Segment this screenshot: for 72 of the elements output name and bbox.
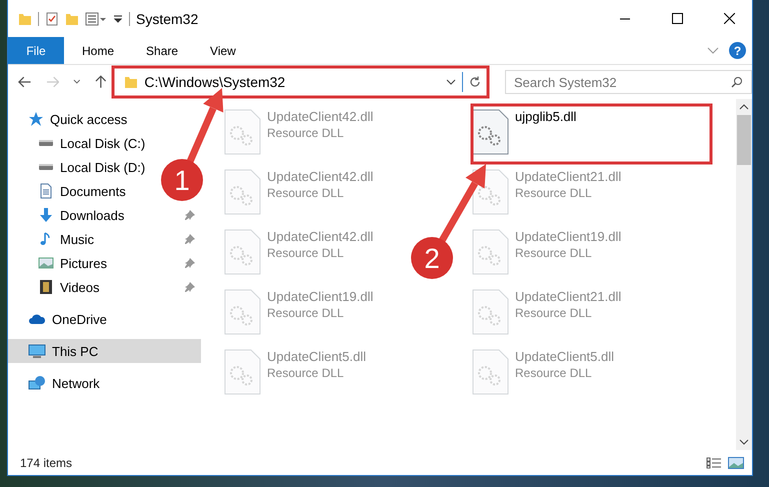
file-type: Resource DLL [267,126,345,140]
sidebar-item[interactable]: Documents [8,179,132,203]
file-name: UpdateClient21.dll [515,169,622,184]
picture-icon [38,255,54,271]
ribbon-tab[interactable]: Share [132,37,192,64]
ribbon-tab[interactable]: File [8,37,64,64]
help-button[interactable]: ? [729,42,746,59]
file-type: Resource DLL [515,246,593,260]
sidebar-item[interactable]: Pictures [8,251,201,275]
expand-ribbon-icon[interactable] [707,46,719,54]
sidebar-item[interactable]: Local Disk (D:) [8,155,152,179]
refresh-icon[interactable] [469,76,481,88]
sidebar-item[interactable]: Videos [8,275,201,299]
file-name: UpdateClient42.dll [267,229,374,244]
up-arrow-icon[interactable] [94,75,106,89]
down-arrow-icon [38,207,54,223]
sidebar-item[interactable]: OneDrive [8,307,113,331]
search-icon [731,76,743,88]
drive-icon [38,140,54,146]
file-name: UpdateClient21.dll [515,289,622,304]
ribbon-tab[interactable]: Home [68,37,128,64]
file-name: UpdateClient19.dll [267,289,374,304]
file-type: Resource DLL [267,246,345,260]
file-name: UpdateClient19.dll [515,229,622,244]
file-name: UpdateClient42.dll [267,109,374,124]
scroll-thumb[interactable] [737,115,751,165]
sidebar-item[interactable]: Network [8,371,106,395]
scroll-up-icon[interactable] [739,103,749,111]
sidebar-item[interactable]: Music [8,227,201,251]
star-icon [28,111,44,127]
sidebar-item[interactable]: This PC [8,339,201,363]
scrollbar[interactable] [736,99,752,450]
file-type: Resource DLL [515,366,593,380]
recent-caret-icon[interactable] [73,79,81,85]
file-name: UpdateClient5.dll [515,349,614,364]
sidebar-item[interactable]: Downloads [8,203,201,227]
item-count: 174 items [20,456,72,470]
file-type: Resource DLL [267,186,345,200]
pin-icon [185,282,195,292]
file-name: UpdateClient42.dll [267,169,374,184]
window-title: System32 [136,10,198,26]
file-name: UpdateClient5.dll [267,349,366,364]
file-type: Resource DLL [515,186,593,200]
file-name: ujpglib5.dll [515,109,576,124]
pin-icon [185,210,195,220]
network-icon [28,375,46,391]
file-type: Resource DLL [515,306,593,320]
pin-icon [185,234,195,244]
sidebar-item[interactable]: Quick access [8,107,134,131]
document-icon [38,183,54,199]
properties-icon[interactable] [45,12,59,26]
monitor-icon [28,343,46,359]
maximize-icon [672,13,682,24]
scroll-down-icon[interactable] [739,438,749,446]
customize-icon[interactable] [85,12,107,26]
ribbon-tab[interactable]: View [196,37,250,64]
details-view-icon[interactable] [706,456,722,468]
sidebar-item[interactable]: Local Disk (C:) [8,131,152,155]
back-arrow-icon[interactable] [18,76,32,88]
file-type: Resource DLL [267,366,345,380]
folder-icon [124,75,138,89]
tiles-view-icon[interactable] [728,456,744,468]
caret-icon[interactable] [446,79,456,85]
file-type: Resource DLL [267,306,345,320]
film-icon [38,279,54,295]
search-field[interactable]: Search System32 [505,70,752,94]
drive-icon [38,164,54,170]
pin-icon [185,258,195,268]
close-icon [724,13,734,24]
minimize-icon [620,18,630,20]
dll-file-icon[interactable] [471,109,509,155]
cloud-icon [28,312,46,326]
